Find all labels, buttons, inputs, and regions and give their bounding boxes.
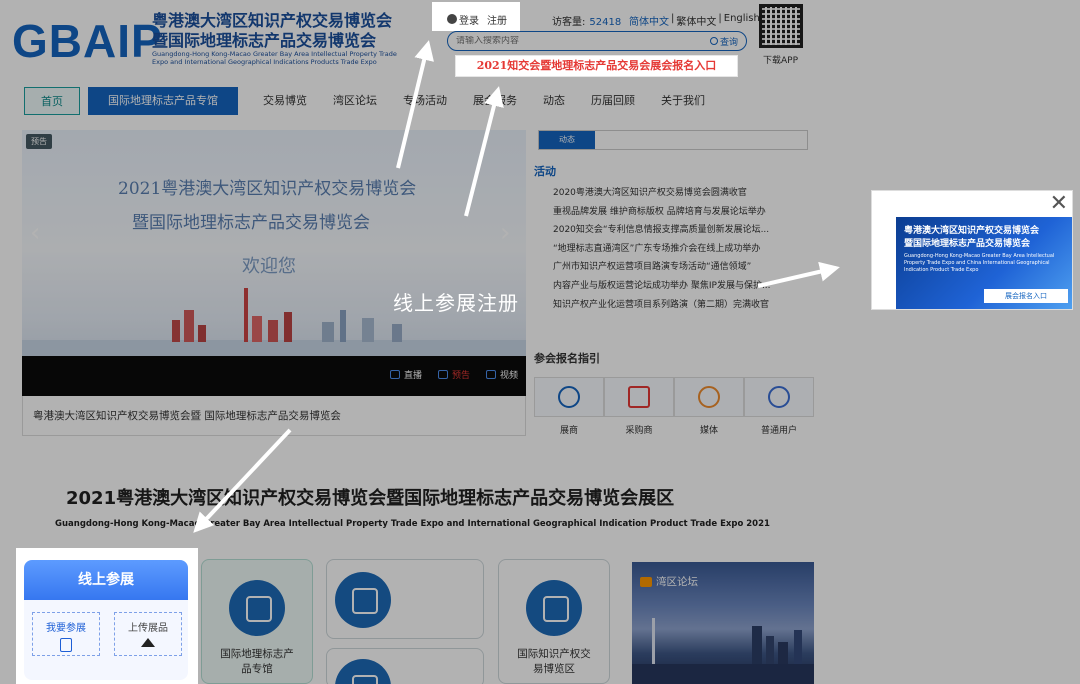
- annotation-arrows: [193, 40, 840, 533]
- arrow-to-online-panel: [193, 428, 292, 533]
- arrow-to-promo: [464, 86, 504, 217]
- arrow-to-login: [396, 40, 434, 169]
- arrow-to-popup: [757, 261, 840, 288]
